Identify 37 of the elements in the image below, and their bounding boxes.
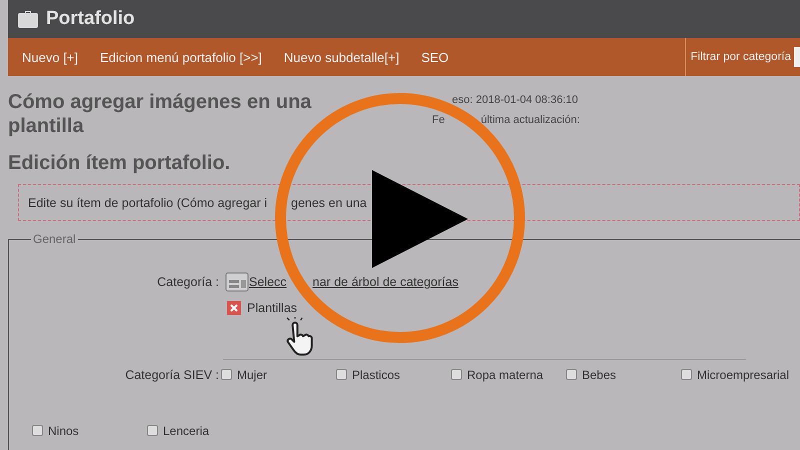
checkbox[interactable] bbox=[681, 369, 692, 380]
nav-link[interactable]: SEO bbox=[421, 50, 449, 64]
remove-icon[interactable] bbox=[227, 301, 241, 315]
checkbox-label: Ninos bbox=[48, 424, 79, 438]
selected-category: Plantillas bbox=[247, 301, 298, 315]
briefcase-icon bbox=[18, 10, 38, 28]
nav-link[interactable]: Nuevo subdetalle[+] bbox=[284, 50, 400, 64]
item-title: Cómo agregar imágenes en una plantilla bbox=[8, 90, 312, 138]
checkbox[interactable] bbox=[32, 425, 43, 436]
notice-text-end: genes en una bbox=[291, 196, 367, 210]
category-label: Categoría : bbox=[156, 275, 219, 289]
checkbox-label: Plasticos bbox=[352, 368, 400, 382]
notice-text: Edite su ítem de portafolio (Cómo agregar i bbox=[28, 196, 268, 210]
updated-label: última actualización: bbox=[480, 114, 580, 126]
siev-label: Categoría SIEV : bbox=[124, 368, 219, 382]
checkbox-label: Lenceria bbox=[163, 424, 210, 438]
checkbox[interactable] bbox=[147, 425, 158, 436]
nav-link[interactable]: Edicion menú portafolio [>>] bbox=[100, 50, 262, 64]
tree-icon[interactable] bbox=[225, 272, 249, 292]
checkbox-label: Bebes bbox=[582, 368, 616, 382]
select-tree-link[interactable]: Selecc bbox=[249, 275, 287, 289]
created-date: eso: 2018-01-04 08:36:10 bbox=[452, 94, 578, 106]
page-header-title: Portafolio bbox=[46, 8, 135, 30]
updated-label-start: Fe bbox=[432, 114, 445, 126]
fieldset-legend: General bbox=[31, 232, 78, 246]
filter-label: Filtrar por categoría bbox=[690, 51, 791, 63]
play-icon[interactable] bbox=[372, 170, 468, 268]
checkbox-label: Microempresarial bbox=[697, 368, 790, 382]
section-title: Edición ítem portafolio. bbox=[8, 152, 232, 175]
nav-link[interactable]: Nuevo [+] bbox=[22, 50, 78, 64]
checkbox[interactable] bbox=[451, 369, 462, 380]
checkbox-label: Ropa materna bbox=[467, 368, 544, 382]
checkbox[interactable] bbox=[221, 369, 232, 380]
checkbox[interactable] bbox=[336, 369, 347, 380]
checkbox[interactable] bbox=[566, 369, 577, 380]
checkbox-label: Mujer bbox=[237, 368, 268, 382]
select-tree-link-end[interactable]: nar de árbol de categorías bbox=[312, 275, 458, 289]
